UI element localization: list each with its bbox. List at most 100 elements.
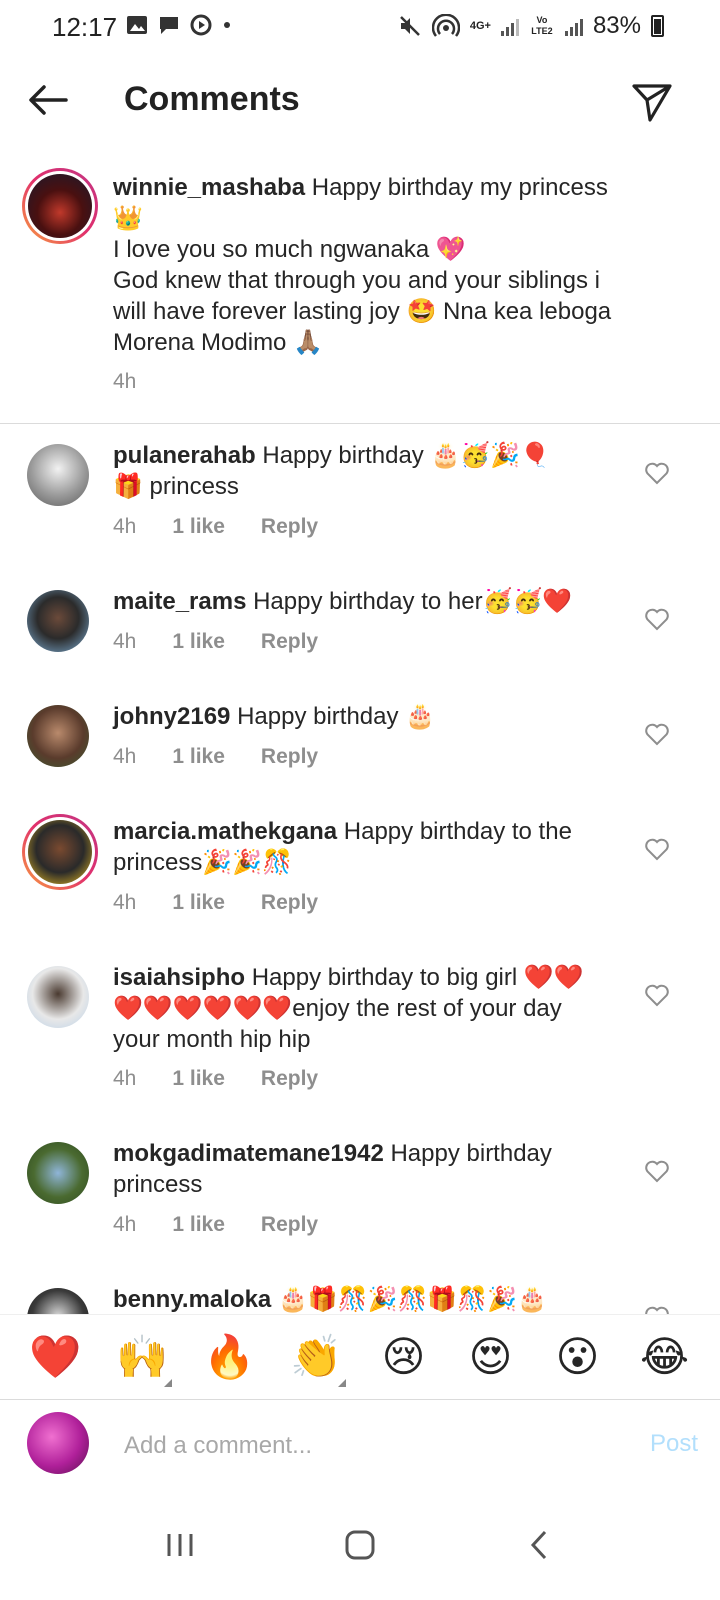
comment-text: princess xyxy=(113,1171,203,1198)
home-icon xyxy=(345,1530,375,1560)
volte-label: Vo LTE2 xyxy=(531,15,553,36)
comment-text: ❤️❤️❤️❤️❤️❤️enjoy the rest of your day xyxy=(113,995,562,1022)
comment-text: will have forever lasting joy 🤩 Nna kea … xyxy=(113,298,612,325)
hotspot-icon xyxy=(431,14,460,37)
avatar[interactable] xyxy=(27,966,89,1028)
like-heart-icon[interactable] xyxy=(644,607,670,631)
chevron-left-icon xyxy=(530,1530,547,1560)
avatar[interactable] xyxy=(22,814,98,890)
notification-icons xyxy=(126,14,232,36)
current-user-avatar xyxy=(27,1412,89,1474)
like-count[interactable]: 1 like xyxy=(172,1067,225,1091)
comment-input[interactable] xyxy=(124,1428,594,1464)
reply-button[interactable]: Reply xyxy=(261,630,318,654)
header: Comments xyxy=(0,60,720,142)
like-heart-icon[interactable] xyxy=(644,461,670,485)
comment-text: princess🎉🎉🎊 xyxy=(113,849,293,876)
comment-username[interactable]: isaiahsipho xyxy=(113,964,245,991)
emoji-surprised-button[interactable]: 😮 xyxy=(547,1333,609,1381)
like-count[interactable]: 1 like xyxy=(172,891,225,915)
post-caption: winnie_mashaba Happy birthday my princes… xyxy=(0,168,720,424)
like-count[interactable]: 1 like xyxy=(172,1213,225,1237)
gallery-icon xyxy=(127,16,147,34)
comment-username[interactable]: mokgadimatemane1942 xyxy=(113,1140,384,1167)
comment-text: Happy birthday to big girl ❤️❤️ xyxy=(251,964,584,991)
avatar[interactable] xyxy=(27,1288,89,1314)
emoji-quick-bar: ❤️ 🙌 🔥 👏 😢 😍 😮 😂 xyxy=(0,1314,720,1400)
comment-text: Happy birthday xyxy=(390,1140,552,1167)
emoji-crying-button[interactable]: 😢 xyxy=(373,1333,435,1381)
comment-list: pulanerahab Happy birthday 🎂🥳🎉🎈 🎁 prince… xyxy=(0,424,720,1314)
home-button[interactable] xyxy=(330,1515,390,1575)
comment-username[interactable]: marcia.mathekgana xyxy=(113,818,337,845)
reply-button[interactable]: Reply xyxy=(261,745,318,769)
comment-text: 🎁 princess xyxy=(113,473,239,500)
comment-username[interactable]: pulanerahab xyxy=(113,442,256,469)
like-heart-icon[interactable] xyxy=(644,722,670,746)
like-count[interactable]: 1 like xyxy=(172,630,225,654)
comment-text: Happy birthday to the xyxy=(343,818,572,845)
signal-icon xyxy=(500,16,519,36)
emoji-laughing-button[interactable]: 😂 xyxy=(634,1333,696,1381)
comment-text: Happy birthday my princess xyxy=(311,174,608,201)
post-button[interactable]: Post xyxy=(650,1430,698,1458)
emoji-fire-button[interactable]: 🔥 xyxy=(199,1333,261,1381)
like-heart-icon[interactable] xyxy=(644,983,670,1007)
play-icon xyxy=(190,14,212,36)
network-type: 4G+ xyxy=(469,19,491,32)
comment-text: I love you so much ngwanaka 💖 xyxy=(113,236,466,263)
comment-username[interactable]: benny.maloka xyxy=(113,1286,271,1313)
arrow-left-icon xyxy=(29,85,68,115)
add-comment-bar: Post xyxy=(0,1400,720,1490)
comment-username[interactable]: winnie_mashaba xyxy=(113,174,305,201)
like-heart-icon[interactable] xyxy=(644,1159,670,1183)
comment-time: 4h xyxy=(113,1067,137,1090)
emoji-heart-button[interactable]: ❤️ xyxy=(25,1333,87,1381)
comment-text: your month hip hip xyxy=(113,1026,311,1053)
back-button[interactable] xyxy=(24,78,72,122)
reply-button[interactable]: Reply xyxy=(261,1213,318,1237)
message-icon xyxy=(160,17,178,34)
paper-plane-icon xyxy=(632,84,672,122)
emoji-raised-hands-button[interactable]: 🙌 xyxy=(112,1333,174,1387)
emoji-heart-eyes-button[interactable]: 😍 xyxy=(460,1333,522,1381)
like-heart-icon[interactable] xyxy=(644,837,670,861)
status-time: 12:17 xyxy=(52,12,118,42)
status-bar: 12:17 4G+ Vo LTE2 83% xyxy=(0,0,720,56)
reply-button[interactable]: Reply xyxy=(261,515,318,539)
recent-apps-icon xyxy=(167,1534,193,1556)
comment-time: 4h xyxy=(113,630,137,653)
like-count[interactable]: 1 like xyxy=(172,745,225,769)
avatar[interactable] xyxy=(27,444,89,506)
like-heart-icon[interactable] xyxy=(644,1305,670,1314)
reply-button[interactable]: Reply xyxy=(261,1067,318,1091)
share-button[interactable] xyxy=(628,78,676,126)
back-nav-button[interactable] xyxy=(510,1515,570,1575)
page-title: Comments xyxy=(124,80,300,118)
like-count[interactable]: 1 like xyxy=(172,515,225,539)
avatar[interactable] xyxy=(27,705,89,767)
system-nav-bar xyxy=(0,1490,720,1600)
comment-username[interactable]: johny2169 xyxy=(113,703,230,730)
avatar[interactable] xyxy=(22,168,98,244)
battery-percent: 83% xyxy=(592,12,641,39)
comment-text: Happy birthday 🎂 xyxy=(237,703,436,730)
comment-text: God knew that through you and your sibli… xyxy=(113,267,600,294)
comment-text: 🎂🎁🎊🎉🎊🎁🎊🎉🎂 xyxy=(277,1286,547,1313)
avatar[interactable] xyxy=(27,590,89,652)
signal-2-icon xyxy=(564,16,583,36)
avatar[interactable] xyxy=(27,1142,89,1204)
reply-button[interactable]: Reply xyxy=(261,891,318,915)
mute-icon xyxy=(399,16,420,36)
battery-icon xyxy=(651,15,664,37)
emoji-clap-button[interactable]: 👏 xyxy=(286,1333,348,1387)
comment-time: 4h xyxy=(113,370,137,393)
comment-username[interactable]: maite_rams xyxy=(113,588,246,615)
comment-time: 4h xyxy=(113,515,137,538)
system-indicators: 4G+ Vo LTE2 83% xyxy=(398,12,664,40)
comment-text: 👑 xyxy=(113,205,143,232)
dot-icon xyxy=(224,22,230,28)
comment-time: 4h xyxy=(113,745,137,768)
recent-apps-button[interactable] xyxy=(150,1515,210,1575)
comment-time: 4h xyxy=(113,891,137,914)
